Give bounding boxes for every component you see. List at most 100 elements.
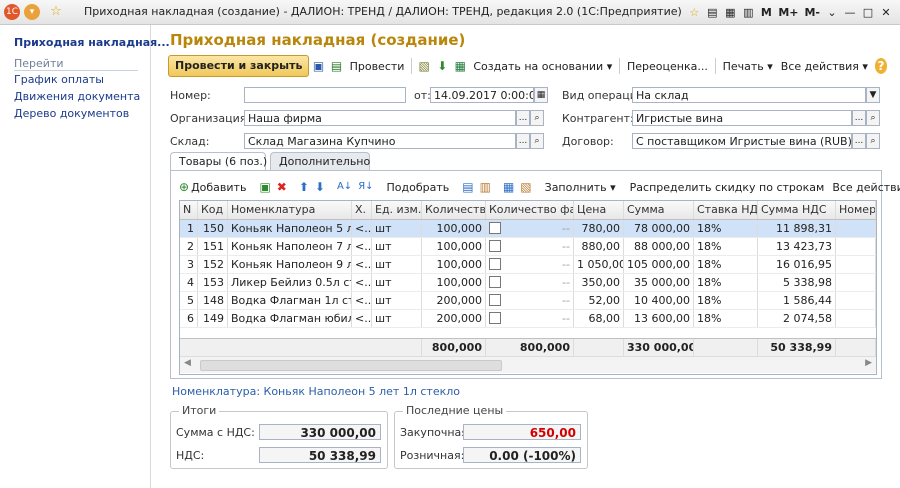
number-field[interactable] — [244, 87, 406, 103]
history-icon[interactable]: ▤ — [706, 6, 718, 19]
tab-additional[interactable]: Дополнительно — [270, 152, 370, 170]
warehouse-field[interactable]: Склад Магазина Купчино — [244, 133, 516, 149]
copy-icon[interactable]: ▤ — [462, 179, 473, 195]
sidebar-item-payment-schedule[interactable]: График оплаты — [14, 73, 104, 86]
main-menu-icon[interactable]: ▾ — [24, 4, 40, 20]
table-row[interactable]: 2 151 Коньяк Наполеон 7 лет ... <.. шт 1… — [180, 238, 876, 256]
counterparty-search-icon[interactable]: ⌕ — [866, 110, 880, 126]
fact-checkbox[interactable] — [489, 312, 501, 324]
app-logo-icon[interactable]: 1С — [4, 4, 20, 20]
organization-search-icon[interactable]: ⌕ — [530, 110, 544, 126]
add-row-button[interactable]: Добавить — [191, 181, 246, 194]
contract-search-icon[interactable]: ⌕ — [866, 133, 880, 149]
counterparty-choose-button[interactable]: ... — [852, 110, 866, 126]
col-qty-fact[interactable]: Количество факт — [486, 201, 574, 219]
scroll-thumb[interactable] — [200, 360, 502, 371]
date-field[interactable]: 14.09.2017 0:00:00 — [430, 87, 534, 103]
col-qty[interactable]: Количество — [422, 201, 486, 219]
scroll-right-icon[interactable]: ▶ — [865, 358, 872, 368]
fact-checkbox[interactable] — [489, 294, 501, 306]
post-icon[interactable]: ▤ — [331, 58, 343, 74]
table-all-actions-button[interactable]: Все действия ▾ — [832, 181, 900, 194]
row-qty-fact: -- — [486, 256, 574, 273]
contract-choose-button[interactable]: ... — [852, 133, 866, 149]
contract-field[interactable]: С поставщиком Игристые вина (RUB), Наша … — [632, 133, 852, 149]
row-sum: 105 000,00 — [624, 256, 694, 273]
print-button[interactable]: Печать ▾ — [723, 60, 773, 73]
col-vat-rate[interactable]: Ставка НДС — [694, 201, 758, 219]
chevron-down-icon[interactable]: ▼ — [866, 87, 880, 103]
clipboard-icon[interactable]: ▧ — [520, 179, 531, 195]
row-name: Водка Флагман юбилей... — [228, 310, 352, 327]
table-row[interactable]: 3 152 Коньяк Наполеон 9 лет ... <.. шт 1… — [180, 256, 876, 274]
scroll-left-icon[interactable]: ◀ — [184, 358, 191, 368]
sidebar-item-document-tree[interactable]: Дерево документов — [14, 107, 129, 120]
revalue-button[interactable]: Переоценка... — [627, 60, 708, 73]
distribute-discount-button[interactable]: Распределить скидку по строкам — [630, 181, 825, 194]
download-icon[interactable]: ⬇ — [436, 58, 448, 74]
memory-minus-button[interactable]: M- — [804, 6, 820, 19]
calendar-icon[interactable]: ▦ — [724, 6, 736, 19]
add-icon[interactable]: ⊕ — [179, 179, 189, 195]
organization-field[interactable]: Наша фирма — [244, 110, 516, 126]
fact-checkbox[interactable] — [489, 222, 501, 234]
organization-choose-button[interactable]: ... — [516, 110, 530, 126]
selected-nomenclature-info[interactable]: Номенклатура: Коньяк Наполеон 5 лет 1л с… — [172, 385, 460, 398]
col-nomenclature[interactable]: Номенклатура — [228, 201, 352, 219]
paste-icon[interactable]: ▥ — [480, 179, 491, 195]
all-actions-button[interactable]: Все действия ▾ — [781, 60, 868, 73]
fact-checkbox[interactable] — [489, 258, 501, 270]
calc-icon[interactable]: ▥ — [742, 6, 754, 19]
document-icon[interactable]: ▧ — [418, 58, 430, 74]
horizontal-scrollbar[interactable]: ◀ ▶ — [180, 356, 876, 373]
memory-m-button[interactable]: M — [760, 6, 772, 19]
move-down-icon[interactable]: ⬇ — [315, 179, 325, 195]
counterparty-field[interactable]: Игристые вина — [632, 110, 852, 126]
pick-button[interactable]: Подобрать — [387, 181, 450, 194]
col-sum[interactable]: Сумма — [624, 201, 694, 219]
col-code[interactable]: Код — [198, 201, 228, 219]
sort-desc-icon[interactable]: Я↓ — [358, 179, 373, 195]
col-vat-sum[interactable]: Сумма НДС — [758, 201, 836, 219]
favorites-icon[interactable]: ☆ — [688, 6, 700, 19]
col-unit[interactable]: Ед. изм. — [372, 201, 422, 219]
print-label: Печать — [722, 59, 764, 73]
row-vat-rate: 18% — [694, 256, 758, 273]
columns-icon[interactable]: ▦ — [503, 179, 514, 195]
table-row[interactable]: 1 150 Коньяк Наполеон 5 лет ... <.. шт 1… — [180, 220, 876, 238]
maximize-icon[interactable]: □ — [862, 6, 874, 19]
help-icon[interactable]: ? — [874, 58, 887, 74]
table-row[interactable]: 5 148 Водка Флагман 1л стек... <.. шт 20… — [180, 292, 876, 310]
tab-goods[interactable]: Товары (6 поз.) — [170, 152, 267, 171]
table-row[interactable]: 4 153 Ликер Бейлиз 0.5л стек... <.. шт 1… — [180, 274, 876, 292]
copy-row-icon[interactable]: ▣ — [259, 179, 270, 195]
post-button[interactable]: Провести — [350, 60, 405, 73]
post-and-close-button[interactable]: Провести и закрыть — [168, 55, 310, 77]
minimize-icon[interactable]: — — [844, 6, 856, 19]
move-up-icon[interactable]: ⬆ — [299, 179, 309, 195]
operation-select[interactable]: На склад — [632, 87, 866, 103]
table-row[interactable]: 6 149 Водка Флагман юбилей... <.. шт 200… — [180, 310, 876, 328]
fill-button[interactable]: Заполнить ▾ — [545, 181, 616, 194]
chevron-down-icon[interactable]: ⌄ — [826, 6, 838, 19]
delete-row-icon[interactable]: ✖ — [277, 179, 287, 195]
col-price[interactable]: Цена — [574, 201, 624, 219]
warehouse-choose-button[interactable]: ... — [516, 133, 530, 149]
fact-checkbox[interactable] — [489, 240, 501, 252]
warehouse-search-icon[interactable]: ⌕ — [530, 133, 544, 149]
close-icon[interactable]: ✕ — [880, 6, 892, 19]
favorites-star-icon[interactable]: ☆ — [48, 4, 64, 20]
sidebar-current-item[interactable]: Приходная накладная... — [14, 36, 170, 49]
col-x[interactable]: Х. — [352, 201, 372, 219]
sidebar-item-document-movements[interactable]: Движения документа — [14, 90, 140, 103]
fact-checkbox[interactable] — [489, 276, 501, 288]
excel-icon[interactable]: ▦ — [454, 58, 466, 74]
col-number[interactable]: Номер — [836, 201, 876, 219]
save-icon[interactable]: ▣ — [312, 58, 324, 74]
col-n[interactable]: N — [180, 201, 198, 219]
create-based-on-button[interactable]: Создать на основании ▾ — [473, 60, 612, 73]
calendar-picker-icon[interactable]: ▦ — [534, 87, 548, 103]
memory-plus-button[interactable]: M+ — [778, 6, 798, 19]
sort-asc-icon[interactable]: A↓ — [337, 179, 352, 195]
row-price: 780,00 — [574, 220, 624, 237]
